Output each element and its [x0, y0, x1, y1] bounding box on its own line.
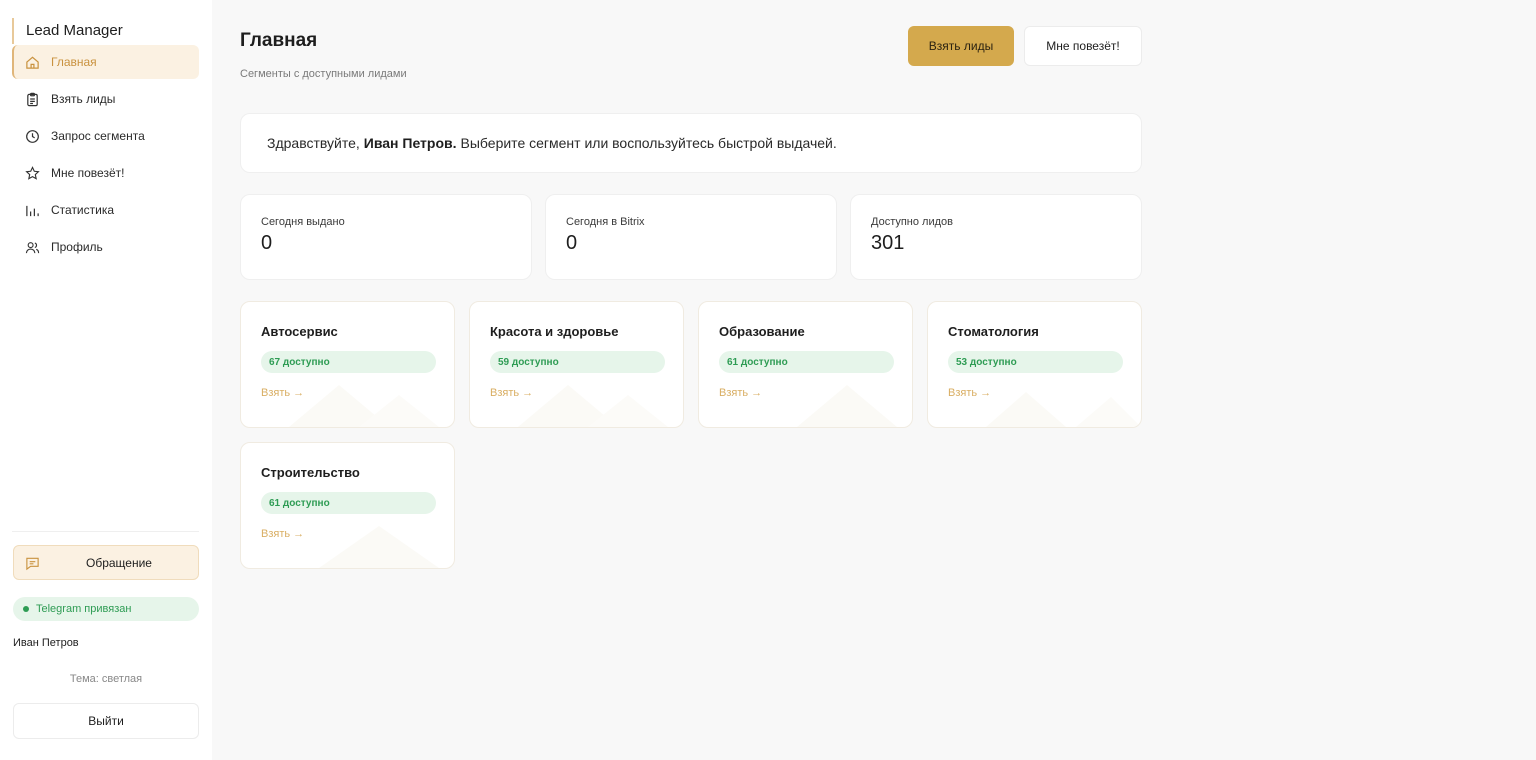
stat-value: 301 [871, 232, 905, 254]
stat-card-issued-today: Сегодня выдано 0 [240, 194, 532, 280]
stat-label: Сегодня выдано [261, 216, 345, 228]
brand-title: Lead Manager [12, 18, 123, 44]
star-icon [24, 165, 40, 181]
segment-available-badge: 53 доступно [948, 351, 1123, 373]
appeal-button-label: Обращение [86, 555, 152, 570]
message-icon [25, 556, 40, 571]
segment-card-dentistry[interactable]: Стоматология 53 доступно Взять → [927, 301, 1142, 428]
page-subtitle: Сегменты с доступными лидами [240, 68, 407, 80]
sidebar-item-label: Профиль [51, 240, 103, 254]
segment-card-education[interactable]: Образование 61 доступно Взять → [698, 301, 913, 428]
segment-available-badge: 59 доступно [490, 351, 665, 373]
users-icon [24, 239, 40, 255]
segment-title: Красота и здоровье [490, 324, 619, 339]
greeting-card: Здравствуйте, Иван Петров. Выберите сегм… [240, 113, 1142, 173]
greeting-message: Выберите сегмент или воспользуйтесь быст… [460, 135, 837, 151]
sidebar-item-statistics[interactable]: Статистика [12, 193, 199, 227]
lucky-button[interactable]: Мне повезёт! [1024, 26, 1142, 66]
telegram-status-badge: Telegram привязан [13, 597, 199, 621]
stat-card-available-leads: Доступно лидов 301 [850, 194, 1142, 280]
greeting-prefix: Здравствуйте, [267, 135, 360, 151]
telegram-status-text: Telegram привязан [36, 603, 132, 615]
logout-button[interactable]: Выйти [13, 703, 199, 739]
segment-take-link[interactable]: Взять → [261, 528, 304, 540]
segment-card-construction[interactable]: Строительство 61 доступно Взять → [240, 442, 455, 569]
segment-card-beauty-health[interactable]: Красота и здоровье 59 доступно Взять → [469, 301, 684, 428]
sidebar-item-label: Статистика [51, 203, 115, 217]
segment-take-link[interactable]: Взять → [490, 387, 533, 399]
segment-available-badge: 67 доступно [261, 351, 436, 373]
sidebar-item-segment-request[interactable]: Запрос сегмента [12, 119, 199, 153]
stat-value: 0 [261, 232, 273, 254]
sidebar-item-profile[interactable]: Профиль [12, 230, 199, 264]
sidebar-item-label: Взять лиды [51, 92, 116, 106]
sidebar: Lead Manager Главная Взять лиды Запрос с… [0, 0, 212, 760]
user-name: Иван Петров [13, 637, 79, 649]
clock-icon [24, 128, 40, 144]
segment-title: Строительство [261, 465, 360, 480]
sidebar-nav: Главная Взять лиды Запрос сегмента Мне п… [12, 45, 199, 267]
page-title: Главная [240, 30, 318, 51]
sidebar-item-take-leads[interactable]: Взять лиды [12, 82, 199, 116]
appeal-button[interactable]: Обращение [13, 545, 199, 580]
segment-card-autoservice[interactable]: Автосервис 67 доступно Взять → [240, 301, 455, 428]
bar-chart-icon [24, 202, 40, 218]
greeting-user-name: Иван Петров. [363, 135, 457, 151]
segment-take-link[interactable]: Взять → [261, 387, 304, 399]
stat-card-bitrix-today: Сегодня в Bitrix 0 [545, 194, 837, 280]
home-icon [24, 54, 40, 70]
take-leads-button[interactable]: Взять лиды [908, 26, 1014, 66]
segment-available-badge: 61 доступно [719, 351, 894, 373]
segment-available-badge: 61 доступно [261, 492, 436, 514]
stat-label: Сегодня в Bitrix [566, 216, 645, 228]
stat-value: 0 [566, 232, 578, 254]
segment-take-link[interactable]: Взять → [719, 387, 762, 399]
status-dot-icon [23, 606, 29, 612]
sidebar-item-lucky[interactable]: Мне повезёт! [12, 156, 199, 190]
sidebar-divider [12, 531, 199, 532]
sidebar-item-home[interactable]: Главная [12, 45, 199, 79]
clipboard-icon [24, 91, 40, 107]
segment-title: Стоматология [948, 324, 1039, 339]
segment-take-link[interactable]: Взять → [948, 387, 991, 399]
sidebar-item-label: Запрос сегмента [51, 129, 145, 143]
sidebar-item-label: Мне повезёт! [51, 166, 125, 180]
segment-title: Автосервис [261, 324, 338, 339]
segment-title: Образование [719, 324, 805, 339]
stat-label: Доступно лидов [871, 216, 954, 228]
theme-toggle[interactable]: Тема: светлая [13, 673, 199, 685]
sidebar-item-label: Главная [51, 55, 97, 69]
